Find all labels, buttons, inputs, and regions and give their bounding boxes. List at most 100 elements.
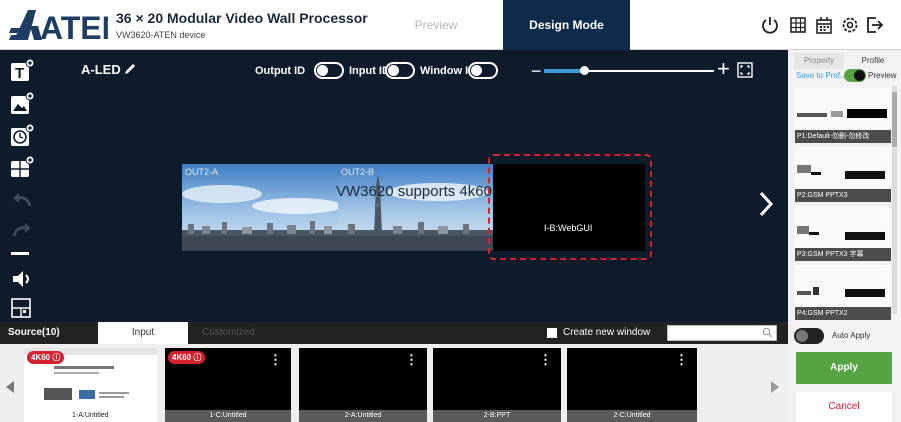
- auto-apply-toggle[interactable]: [794, 328, 824, 344]
- scroll-left-icon[interactable]: [5, 380, 15, 394]
- scroll-right-icon[interactable]: [770, 380, 780, 394]
- profile-label: P1:Default-勿刪-勿修改: [795, 130, 891, 143]
- more-options-icon[interactable]: ⋮: [675, 352, 688, 368]
- source-item[interactable]: ⋮ 2-C:Untitled: [567, 348, 697, 422]
- create-new-window-checkbox[interactable]: [547, 328, 557, 338]
- tab-design-mode[interactable]: Design Mode: [503, 0, 630, 50]
- tab-profile[interactable]: Profile: [848, 53, 898, 69]
- settings-icon[interactable]: [839, 14, 861, 36]
- profile-scrollbar-thumb[interactable]: [892, 92, 897, 147]
- app-title: 36 × 20 Modular Video Wall Processor: [116, 10, 368, 26]
- logout-icon[interactable]: [864, 14, 886, 36]
- redo-icon[interactable]: [10, 218, 34, 242]
- profile-card[interactable]: ⋮ P2:GSM PPTX3: [795, 147, 891, 202]
- resolution-badge: 4K60 ⓘ: [27, 351, 65, 364]
- power-icon[interactable]: [759, 14, 781, 36]
- brand-text: ATEN: [40, 10, 108, 44]
- right-panel: Property Profile Save to Prof.. Preview …: [788, 50, 901, 322]
- window-id-toggle[interactable]: [468, 62, 498, 79]
- tab-preview[interactable]: Preview: [370, 0, 502, 50]
- layout-icon[interactable]: [10, 296, 34, 320]
- source-item[interactable]: ⋮ 2-B:PPT: [433, 348, 561, 422]
- add-grid-icon[interactable]: [10, 156, 34, 180]
- input-id-toggle[interactable]: [385, 62, 415, 79]
- resolution-badge: 4K60 ⓘ: [168, 351, 206, 364]
- video-wall-canvas[interactable]: A-LED Output ID Input ID Window ID − + O…: [44, 50, 788, 322]
- wall-name: A-LED: [81, 62, 121, 77]
- create-new-window-label: Create new window: [563, 327, 651, 338]
- zoom-out-button[interactable]: −: [531, 62, 543, 80]
- more-options-icon[interactable]: ⋮: [878, 208, 887, 219]
- profile-thumbnail: [795, 265, 891, 307]
- preview-toggle[interactable]: [844, 69, 866, 82]
- apply-panel: Auto Apply Apply Cancel: [788, 322, 901, 422]
- panel-label: OUT2-A: [185, 167, 219, 177]
- svg-text:T: T: [15, 65, 24, 82]
- profile-label: P2:GSM PPTX3: [795, 189, 891, 202]
- profile-thumbnail: [795, 206, 891, 248]
- panel-label: OUT2-B: [341, 167, 375, 177]
- app-root: ATEN 36 × 20 Modular Video Wall Processo…: [0, 0, 901, 422]
- output-id-label: Output ID: [255, 65, 306, 77]
- output-panel-out2-a[interactable]: OUT2-A: [182, 164, 338, 251]
- zoom-slider-fill: [544, 69, 584, 73]
- source-label: 2-B:PPT: [433, 410, 561, 422]
- undo-icon[interactable]: [10, 188, 34, 212]
- profile-card[interactable]: ⋮ P1:Default-勿刪-勿修改: [795, 88, 891, 143]
- profile-card[interactable]: ⋮ P3:GSM PPTX3 字幕: [795, 206, 891, 261]
- profile-card[interactable]: ⋮ P4:GSM PPTX2: [795, 265, 891, 320]
- fit-screen-icon[interactable]: [737, 62, 753, 78]
- profile-label: P4:GSM PPTX2: [795, 307, 891, 320]
- profile-label: P3:GSM PPTX3 字幕: [795, 248, 891, 261]
- zoom-in-button[interactable]: +: [717, 58, 733, 80]
- source-label: 2-C:Untitled: [567, 410, 697, 422]
- chevron-right-icon[interactable]: [758, 190, 774, 218]
- source-bar: Source(10) Input Customized Create new w…: [0, 322, 788, 344]
- left-toolbar: T: [0, 50, 44, 322]
- search-icon[interactable]: [762, 327, 773, 338]
- selection-border: [488, 154, 652, 260]
- top-header: ATEN 36 × 20 Modular Video Wall Processo…: [0, 0, 901, 50]
- profile-thumbnail: [795, 147, 891, 189]
- source-item[interactable]: ⋮ 2-A:Untitled: [299, 348, 427, 422]
- edit-pencil-icon[interactable]: [124, 63, 136, 75]
- device-subtitle: VW3620-ATEN device: [116, 30, 206, 40]
- add-text-icon[interactable]: T: [10, 59, 34, 83]
- source-label: 2-A:Untitled: [299, 410, 427, 422]
- more-options-icon[interactable]: ⋮: [878, 90, 887, 101]
- output-id-toggle[interactable]: [314, 62, 344, 79]
- more-options-icon[interactable]: ⋮: [405, 352, 418, 368]
- aten-logo: ATEN: [9, 10, 108, 44]
- source-label: 1-C:Untitled: [165, 410, 291, 422]
- source-label: 1-A:Untitled: [72, 412, 109, 419]
- tab-input[interactable]: Input: [98, 322, 188, 344]
- add-clock-icon[interactable]: [10, 124, 34, 148]
- tab-customized[interactable]: Customized: [202, 327, 255, 338]
- zoom-slider-knob[interactable]: [580, 66, 589, 75]
- profile-thumbnail: [795, 88, 891, 130]
- calendar-icon[interactable]: [813, 14, 835, 36]
- source-count-label: Source(10): [8, 327, 60, 338]
- more-options-icon[interactable]: ⋮: [878, 267, 887, 278]
- tab-property[interactable]: Property: [794, 53, 844, 69]
- skyline-image-a: [182, 164, 338, 251]
- more-options-icon[interactable]: ⋮: [878, 149, 887, 160]
- apply-button[interactable]: Apply: [796, 352, 892, 384]
- source-item[interactable]: 4K60 ⓘ ⋮ 1-C:Untitled: [165, 348, 291, 422]
- auto-apply-label: Auto Apply: [832, 331, 871, 340]
- grid-icon[interactable]: [787, 14, 809, 36]
- source-item[interactable]: 4K60 ⓘ 1-A:Untitled: [24, 348, 157, 422]
- menu-icon[interactable]: [10, 248, 34, 260]
- preview-label: Preview: [868, 71, 897, 80]
- source-search-input[interactable]: [667, 325, 777, 341]
- add-image-icon[interactable]: [10, 92, 34, 116]
- input-id-label: Input ID: [349, 65, 390, 77]
- save-to-profile-link[interactable]: Save to Prof..: [796, 71, 844, 80]
- cancel-button[interactable]: Cancel: [796, 392, 892, 422]
- more-options-icon[interactable]: ⋮: [269, 352, 282, 368]
- skyline-image-b: [338, 164, 493, 251]
- output-panel-out2-b[interactable]: OUT2-B: [338, 164, 493, 251]
- more-options-icon[interactable]: ⋮: [539, 352, 552, 368]
- volume-icon[interactable]: [10, 267, 34, 291]
- source-list: 4K60 ⓘ 1-A:Untitled 4K60 ⓘ ⋮ 1-C:Untitle…: [0, 344, 788, 422]
